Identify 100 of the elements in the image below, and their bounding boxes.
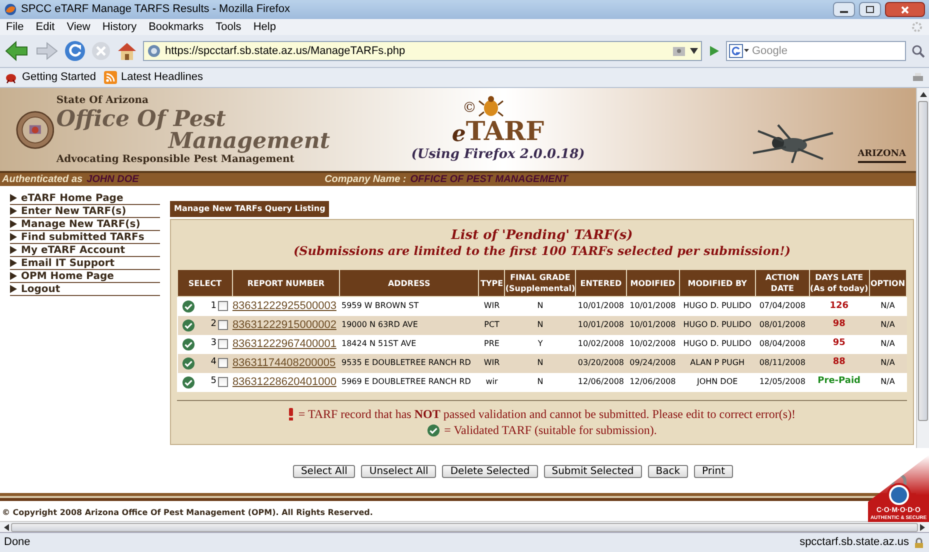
column-header: TYPE [478, 270, 505, 296]
globe-icon [147, 44, 161, 58]
column-header: ACTION DATE [756, 270, 810, 296]
go-arrow-icon[interactable] [707, 44, 721, 58]
scroll-left-icon[interactable] [4, 524, 9, 530]
row-checkbox[interactable] [218, 377, 228, 387]
search-field[interactable]: Google [726, 41, 906, 61]
sidebar-item[interactable]: Enter New TARF(s) [10, 205, 160, 218]
table-cell: HUGO D. PULIDO [683, 320, 752, 329]
horizontal-scrollbar[interactable] [0, 521, 929, 532]
table-cell: WIR [484, 358, 500, 367]
triangle-bullet-icon [10, 233, 17, 241]
table-cell: 03/20/2008 [578, 358, 624, 367]
table-cell: N/A [880, 320, 895, 329]
bookmark-bug-icon [5, 72, 18, 84]
row-number: 1 [210, 300, 216, 312]
report-number-link[interactable]: 83631222925500003 [232, 300, 336, 312]
sidebar-item[interactable]: My eTARF Account [10, 244, 160, 257]
row-checkbox[interactable] [218, 339, 228, 349]
scroll-right-icon[interactable] [920, 524, 925, 530]
table-cell: 9535 E DOUBLETREE RANCH RD [341, 358, 471, 367]
table-cell: N/A [880, 358, 895, 367]
list-heading: List of 'Pending' TARF(s) [451, 228, 633, 244]
sidebar-item[interactable]: Find submitted TARFs [10, 231, 160, 244]
bookmark-link[interactable]: Getting Started [5, 69, 96, 86]
action-button[interactable]: Unselect All [361, 464, 436, 478]
triangle-bullet-icon [10, 220, 17, 228]
table-cell: 12/06/2008 [578, 377, 624, 386]
sidebar-item[interactable]: Manage New TARF(s) [10, 218, 160, 231]
maximize-button[interactable] [859, 2, 881, 17]
menu-item[interactable]: View [66, 18, 90, 36]
reload-icon[interactable] [64, 40, 86, 62]
column-header: OPTION [869, 270, 906, 296]
table-cell: 12/06/2008 [630, 377, 676, 386]
action-button[interactable]: Delete Selected [442, 464, 538, 478]
action-button[interactable]: Submit Selected [544, 464, 642, 478]
action-button[interactable]: Select All [292, 464, 356, 478]
menu-item[interactable]: File [6, 18, 24, 36]
scroll-up-icon[interactable] [920, 92, 926, 97]
row-checkbox[interactable] [218, 301, 228, 312]
column-header: SELECT [178, 270, 232, 296]
row-number: 3 [210, 337, 216, 350]
table-cell: N/A [880, 301, 895, 310]
action-button[interactable]: Back [648, 464, 688, 478]
home-icon[interactable] [116, 41, 138, 61]
menu-item[interactable]: History [102, 18, 137, 36]
dropdown-caret-icon[interactable] [690, 48, 698, 54]
office-title: Office Of Pest [56, 108, 227, 130]
row-checkbox[interactable] [218, 358, 228, 368]
search-engine-icon[interactable] [729, 44, 749, 58]
address-bar[interactable]: https://spcctarf.sb.state.az.us/ManageTARFs.php [143, 41, 702, 61]
status-text: Done [4, 535, 32, 550]
days-late-value: 88 [832, 357, 846, 368]
table-cell: PRE [484, 339, 500, 348]
table-cell: N [537, 358, 544, 367]
action-button[interactable]: Print [694, 464, 734, 478]
table-cell: 09/24/2008 [630, 358, 676, 367]
table-cell: 08/11/2008 [759, 358, 806, 367]
table-cell: 10/01/2008 [578, 301, 624, 310]
menu-item[interactable]: Bookmarks [148, 18, 204, 36]
close-button[interactable] [885, 2, 925, 17]
table-cell: N [537, 301, 544, 310]
minimize-button[interactable] [833, 2, 855, 17]
report-number-link[interactable]: 83631222967400001 [232, 338, 336, 350]
panel-tab[interactable]: Manage New TARFs Query Listing [170, 201, 330, 217]
bookmark-link[interactable]: Latest Headlines [104, 69, 203, 86]
table-cell: PCT [484, 320, 500, 329]
user-name: JOHN DOE [86, 173, 140, 187]
logo-e-letter: e [452, 122, 466, 145]
menu-item[interactable]: Edit [36, 18, 55, 36]
table-cell: N [537, 320, 544, 329]
sidebar-item[interactable]: OPM Home Page [10, 270, 160, 283]
table-cell: WIR [484, 301, 500, 310]
back-arrow-icon[interactable] [4, 40, 30, 62]
row-number: 2 [210, 318, 216, 332]
report-number-link[interactable]: 83631222915000002 [232, 318, 336, 331]
search-icon[interactable] [911, 44, 925, 58]
days-late-value: 95 [832, 338, 846, 348]
company-label: Company Name : [324, 173, 406, 187]
menu-item[interactable]: Tools [216, 18, 242, 36]
certificate-icon [672, 45, 686, 57]
report-number-link[interactable]: 83631174408200005 [232, 356, 336, 369]
sidebar-item[interactable]: eTARF Home Page [10, 192, 160, 205]
table-cell: HUGO D. PULIDO [683, 301, 752, 310]
status-host: spcctarf.sb.state.az.us [800, 535, 909, 550]
search-input[interactable]: Google [752, 42, 903, 60]
sidebar-item[interactable]: Logout [10, 283, 160, 296]
table-cell: N/A [880, 377, 895, 386]
table-cell: HUGO D. PULIDO [683, 339, 752, 348]
row-checkbox[interactable] [218, 320, 228, 330]
sidebar-item[interactable]: Email IT Support [10, 257, 160, 270]
table-cell: 5959 W BROWN ST [341, 301, 419, 310]
menu-item[interactable]: Help [253, 18, 276, 36]
logo-wordmark: TARF [466, 118, 544, 145]
table-cell: 08/01/2008 [759, 320, 806, 329]
legend-text: = Validated TARF (suitable for submission). [444, 422, 657, 438]
vertical-scrollbar[interactable] [916, 88, 929, 448]
table-cell: Y [538, 339, 543, 348]
table-cell: wir [486, 377, 498, 386]
report-number-link[interactable]: 83631228620401000 [232, 376, 336, 388]
